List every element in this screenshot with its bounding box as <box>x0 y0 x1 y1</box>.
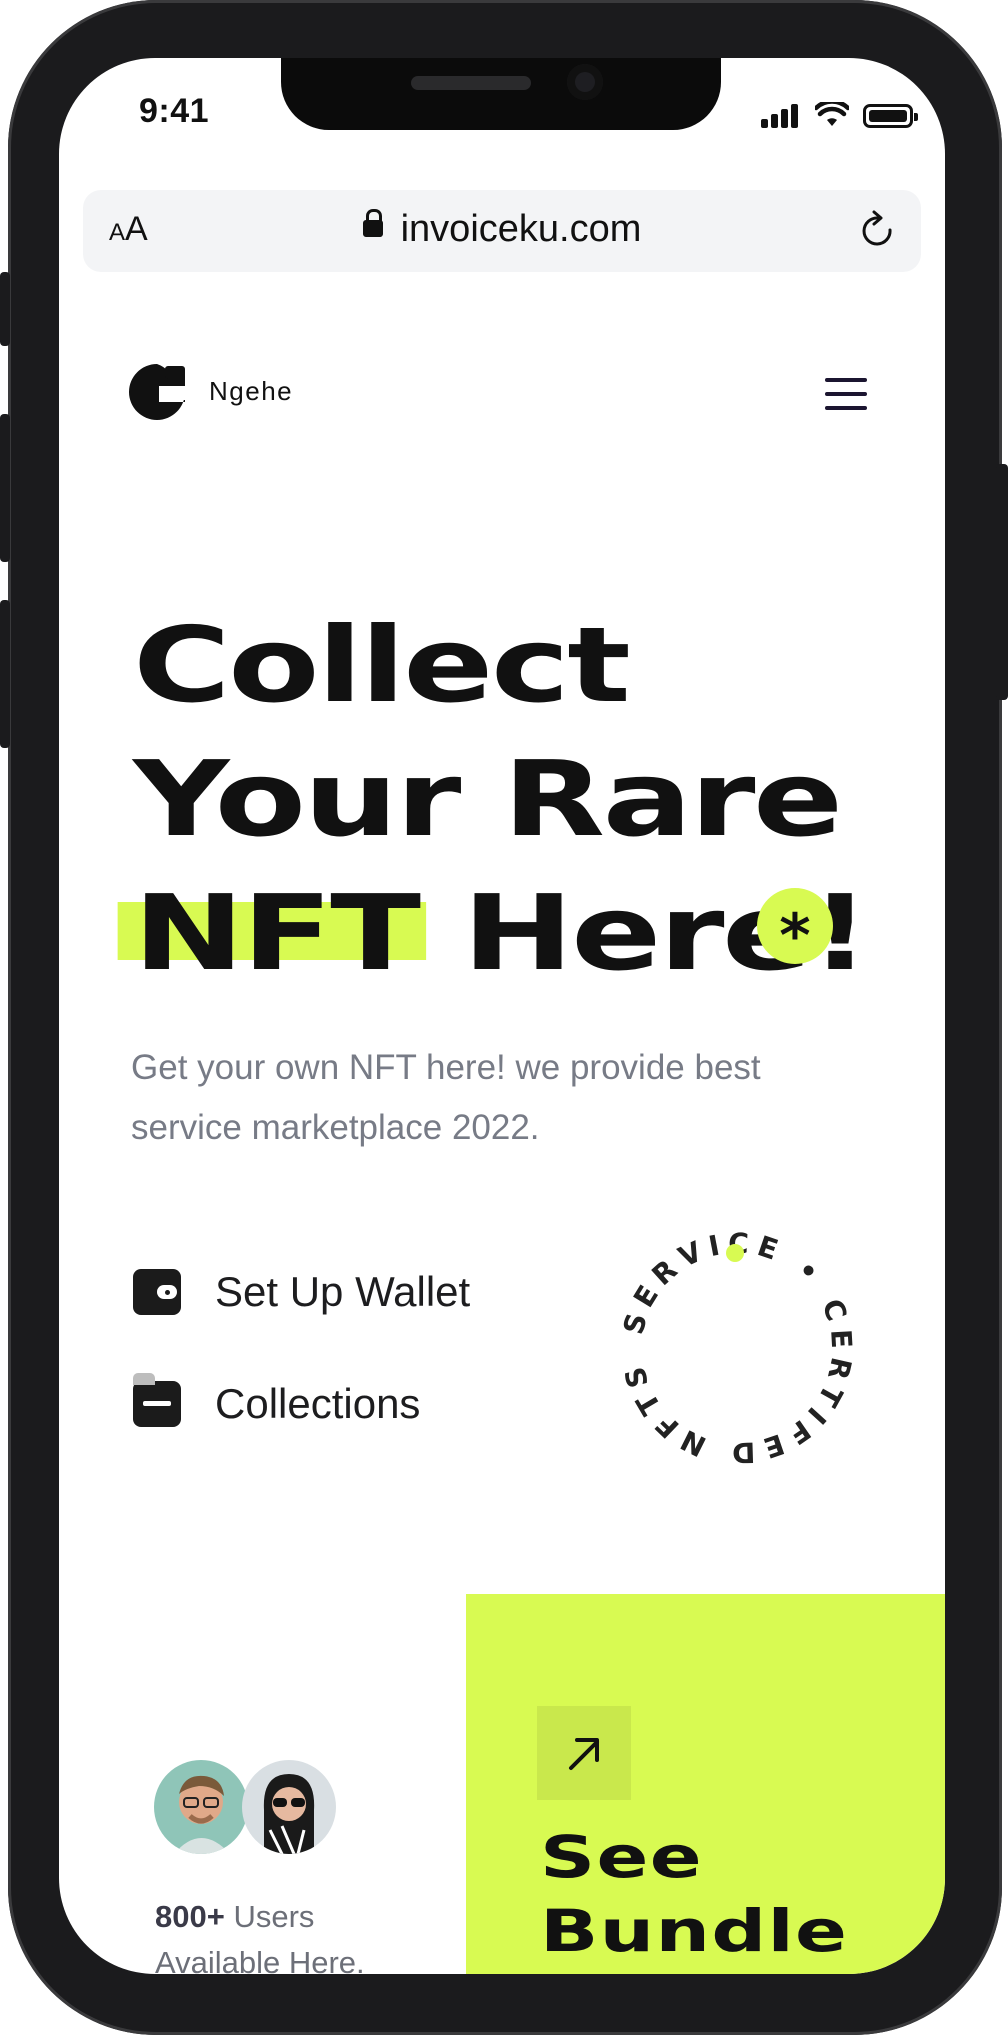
asterisk-badge: * <box>757 888 833 971</box>
collections-label: Collections <box>215 1380 421 1427</box>
url-display[interactable]: invoiceku.com <box>83 208 921 251</box>
arrow-button[interactable] <box>537 1706 631 1800</box>
avatar-user-1 <box>154 1760 248 1854</box>
address-bar[interactable]: AA invoiceku.com <box>83 190 921 272</box>
reload-icon[interactable] <box>857 210 899 252</box>
signal-icon <box>761 102 801 128</box>
notch <box>281 58 721 130</box>
see-bundle-card[interactable]: See Bundle <box>466 1594 945 1974</box>
badge-dot <box>726 1244 744 1262</box>
hero-line-1: Collect <box>133 604 631 726</box>
hero-line-2: Your Rare <box>133 738 843 860</box>
screen: 9:41 AA invoiceku.com Ngehe Collect Your… <box>59 58 945 1974</box>
speaker <box>411 76 531 90</box>
folder-icon <box>133 1373 181 1427</box>
users-count: 800+ <box>155 1899 225 1934</box>
users-available-text: 800+ Users Available Here. <box>155 1894 365 1974</box>
battery-icon <box>863 104 918 128</box>
see-bundle-title: See Bundle <box>540 1823 849 1965</box>
users-line-2: Available Here. <box>155 1945 365 1974</box>
wifi-icon <box>815 102 849 126</box>
url-text: invoiceku.com <box>400 208 642 250</box>
status-icons <box>761 98 918 128</box>
brand-logo-icon[interactable] <box>129 364 185 420</box>
avatar-user-2 <box>242 1760 336 1854</box>
lock-icon <box>362 209 383 238</box>
set-up-wallet-link[interactable]: Set Up Wallet <box>133 1268 470 1316</box>
front-camera <box>567 64 603 100</box>
volume-down-button <box>0 600 10 748</box>
collections-link[interactable]: Collections <box>133 1373 421 1428</box>
power-button <box>996 464 1008 700</box>
status-time: 9:41 <box>139 92 210 130</box>
hero-subtitle: Get your own NFT here! we provide best s… <box>131 1048 761 1147</box>
brand-name[interactable]: Ngehe <box>209 376 293 407</box>
hero-title: Collect Your Rare NFT Here! <box>117 598 870 1000</box>
arrow-up-right-icon <box>569 1738 599 1770</box>
mute-switch <box>0 272 10 346</box>
hamburger-menu-icon[interactable] <box>825 378 867 410</box>
wallet-icon <box>133 1269 181 1315</box>
set-up-wallet-label: Set Up Wallet <box>215 1268 471 1315</box>
certified-badge: SERVICE • CERTIFED NFTSERS <box>607 1218 852 1469</box>
nft-highlight: NFT <box>117 866 427 1000</box>
volume-up-button <box>0 414 10 562</box>
